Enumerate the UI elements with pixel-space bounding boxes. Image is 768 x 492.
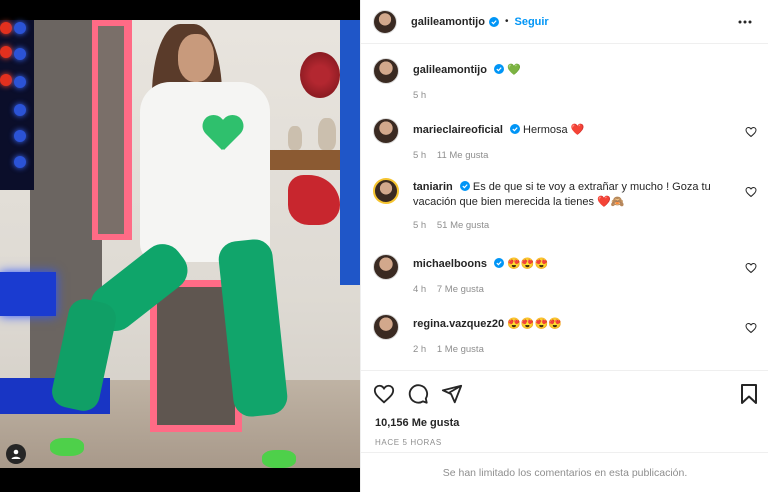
photo-lights <box>0 20 34 190</box>
comment-time: 5 h <box>413 220 427 231</box>
share-icon[interactable] <box>441 383 463 405</box>
post-photo[interactable] <box>0 0 360 492</box>
verified-icon <box>488 16 499 27</box>
heart-icon[interactable] <box>745 322 757 334</box>
photo-person-face <box>178 34 214 82</box>
comment-time: 4 h <box>413 284 427 295</box>
comment-emoji: ❤️🙈 <box>597 196 625 208</box>
post-actions: 10,156 Me gusta HACE 5 HORAS <box>361 370 768 452</box>
comment-username[interactable]: marieclaireoficial <box>413 124 503 136</box>
follow-button[interactable]: Seguir <box>514 16 548 28</box>
comment-item: regina.vazquez20 😍😍😍😍 2 h 1 Me gusta <box>373 314 765 355</box>
user-tag-icon[interactable] <box>6 444 26 464</box>
photo-decoration <box>300 52 340 98</box>
comment-time: 2 h <box>413 344 427 355</box>
comment-emoji: 😍😍😍 <box>507 258 549 270</box>
comment-item: marieclaireoficial Hermosa ❤️ 5 h 11 Me … <box>373 118 765 161</box>
verified-icon <box>494 64 505 74</box>
comment-item: michaelboons 😍😍😍 4 h 7 Me gusta <box>373 254 765 295</box>
comment-likes[interactable]: 51 Me gusta <box>437 220 489 231</box>
comments-limited-notice: Se han limitado los comentarios en esta … <box>361 452 768 492</box>
commenter-avatar[interactable] <box>373 178 399 204</box>
heart-icon[interactable] <box>373 383 395 405</box>
commenter-avatar[interactable] <box>373 254 399 280</box>
comment-username[interactable]: taniarin <box>413 181 453 193</box>
comment-item: taniarin Es de que si te voy a extrañar … <box>373 178 765 231</box>
caption-username[interactable]: galileamontijo <box>413 64 487 76</box>
verified-icon <box>494 258 505 268</box>
likes-count[interactable]: 10,156 Me gusta <box>375 417 459 429</box>
heart-icon[interactable] <box>745 262 757 274</box>
bookmark-icon[interactable] <box>739 383 759 405</box>
comment-username[interactable]: regina.vazquez20 <box>413 318 504 330</box>
post-header: galileamontijo • Seguir <box>361 0 768 44</box>
photo-neon-frame <box>92 20 132 240</box>
commenter-avatar[interactable] <box>373 118 399 144</box>
heart-icon[interactable] <box>745 126 757 138</box>
photo-shirt-heart <box>202 116 244 158</box>
comment-likes[interactable]: 11 Me gusta <box>437 150 489 161</box>
photo-letterbox-top <box>0 0 360 20</box>
photo-vase <box>318 118 336 150</box>
verified-icon <box>509 124 520 134</box>
photo-blue-post <box>340 20 360 285</box>
author-avatar[interactable] <box>373 58 399 84</box>
comment-likes[interactable]: 1 Me gusta <box>437 344 484 355</box>
photo-shoe <box>262 450 296 468</box>
more-icon[interactable] <box>735 12 755 32</box>
verified-icon <box>459 181 470 191</box>
photo-shoe <box>50 438 84 456</box>
author-username[interactable]: galileamontijo <box>411 16 485 28</box>
photo-letterbox-bottom <box>0 468 360 492</box>
photo-scooter <box>288 175 340 225</box>
comment-text: Hermosa <box>523 124 568 136</box>
photo-blue-step <box>0 272 56 316</box>
header-separator: • <box>504 16 509 27</box>
comment-username[interactable]: michaelboons <box>413 258 487 270</box>
photo-person-shirt <box>140 82 270 262</box>
comment-emoji: ❤️ <box>570 124 585 136</box>
caption: galileamontijo 💚 5 h <box>373 58 765 101</box>
comment-time: 5 h <box>413 150 427 161</box>
comment-likes[interactable]: 7 Me gusta <box>437 284 484 295</box>
commenter-avatar[interactable] <box>373 314 399 340</box>
comment-emoji: 😍😍😍😍 <box>507 318 562 330</box>
comment-text: Es de que si te voy a extrañar y mucho !… <box>413 181 711 208</box>
post-timestamp[interactable]: HACE 5 HORAS <box>375 438 442 447</box>
comments-list[interactable]: galileamontijo 💚 5 h marieclaireoficial … <box>361 44 768 370</box>
comment-icon[interactable] <box>407 383 429 405</box>
heart-icon[interactable] <box>745 186 757 198</box>
photo-vase <box>288 126 302 150</box>
author-avatar[interactable] <box>373 9 397 34</box>
photo-shelf <box>268 150 344 170</box>
caption-text: 💚 <box>507 64 521 76</box>
instagram-post-modal: galileamontijo • Seguir galileamontijo 💚… <box>0 0 768 492</box>
caption-time: 5 h <box>413 90 427 101</box>
post-side-panel: galileamontijo • Seguir galileamontijo 💚… <box>360 0 768 492</box>
